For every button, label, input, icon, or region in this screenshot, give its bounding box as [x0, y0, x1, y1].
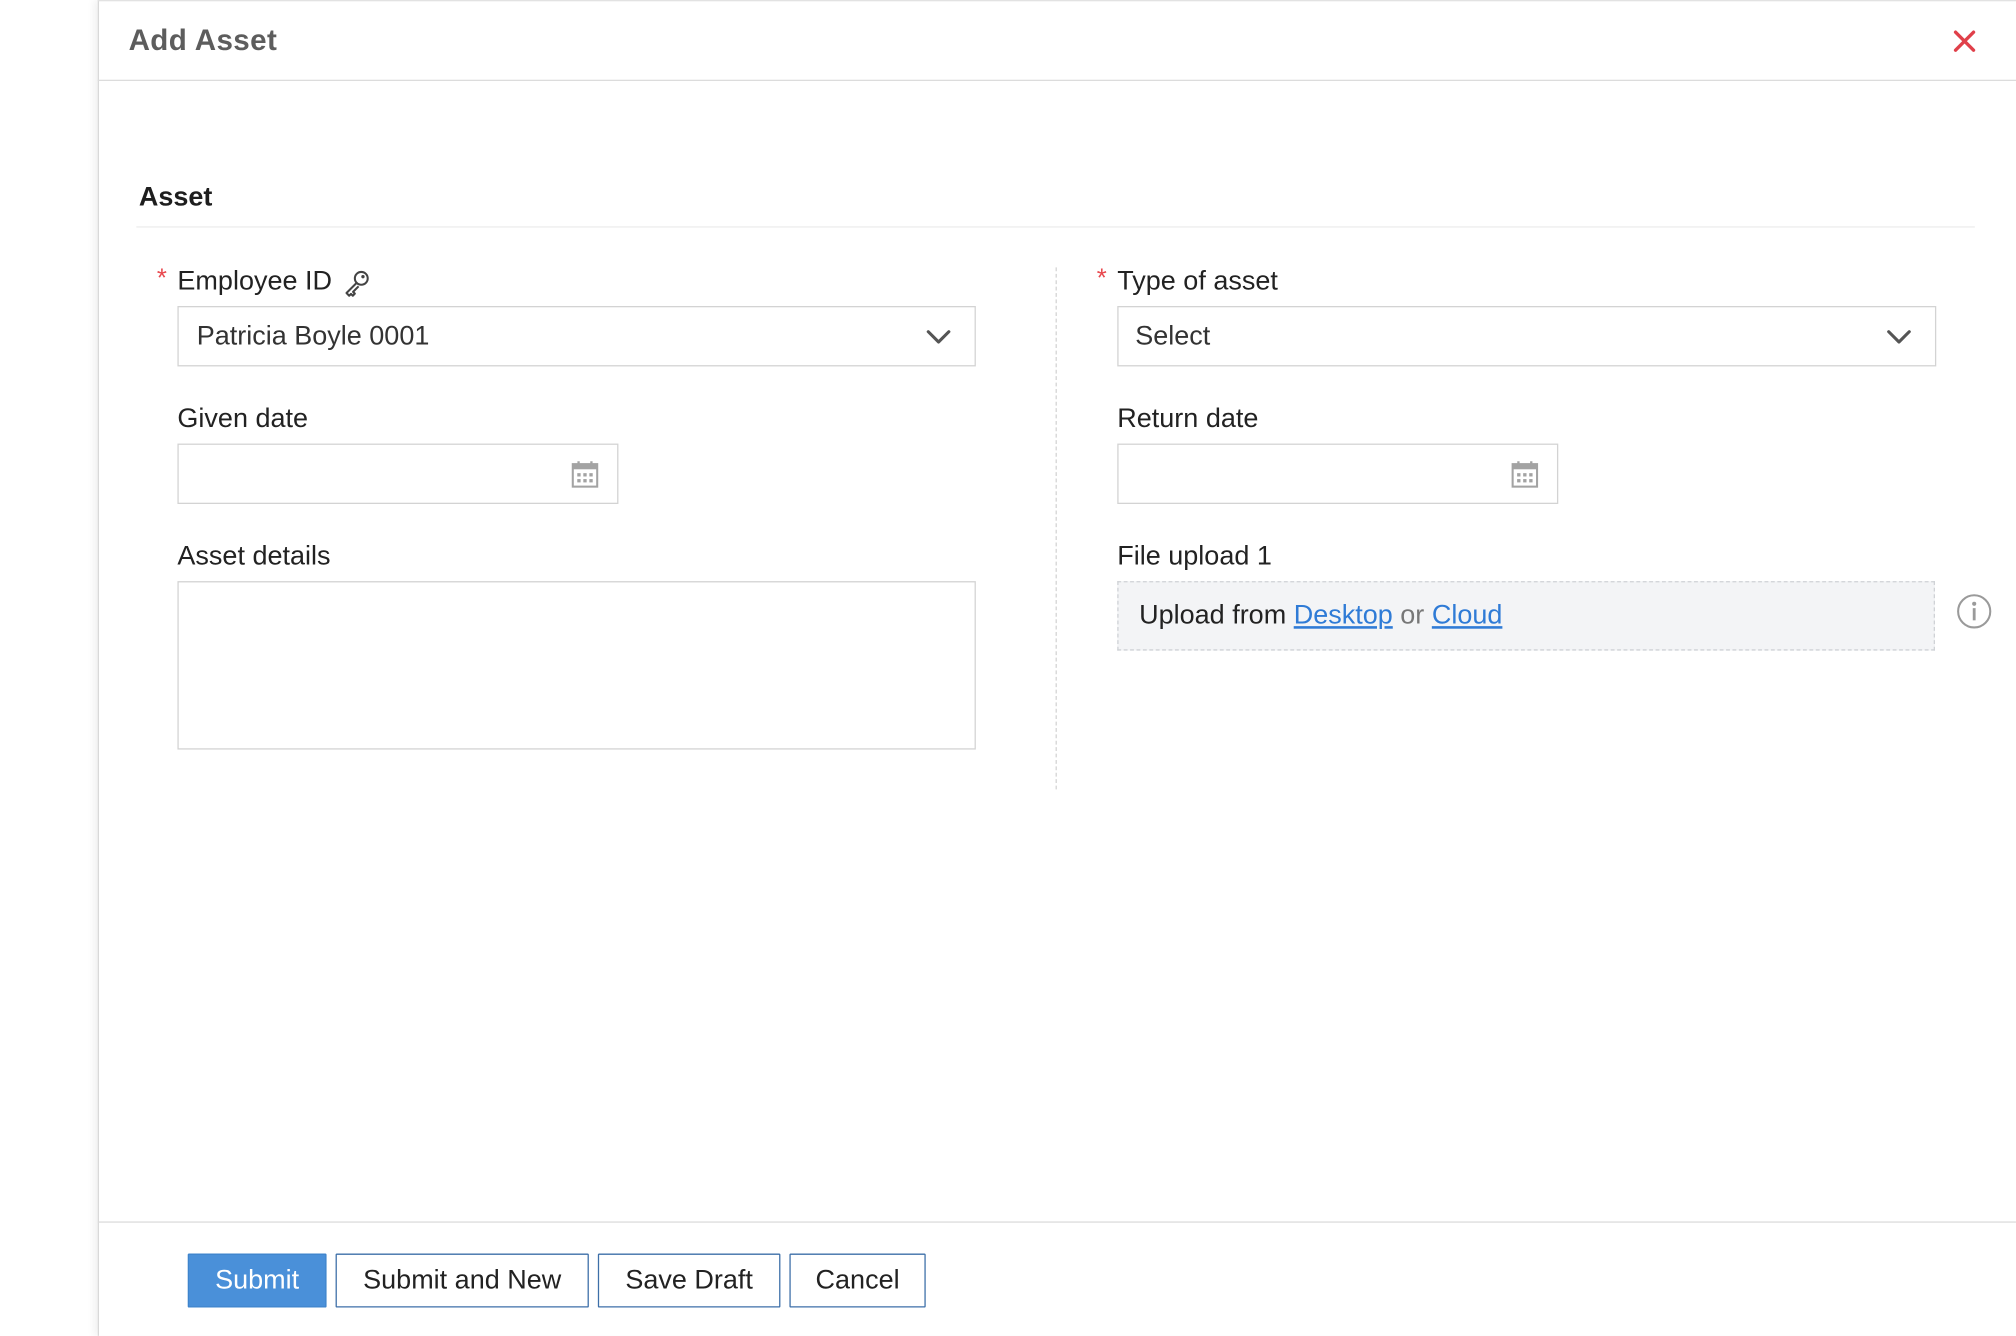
upload-separator: or	[1400, 600, 1425, 630]
chevron-down-icon	[1887, 330, 1911, 344]
submit-button[interactable]: Submit	[187, 1253, 327, 1308]
backdrop	[0, 0, 98, 1336]
column-divider	[1055, 267, 1057, 790]
calendar-icon[interactable]	[570, 459, 601, 490]
upload-prefix: Upload from	[1139, 600, 1287, 630]
key-icon	[345, 270, 369, 297]
given-date-input[interactable]	[177, 443, 619, 504]
upload-desktop-link[interactable]: Desktop	[1294, 600, 1393, 630]
type-of-asset-value: Select	[1135, 321, 1211, 351]
employee-id-select[interactable]: Patricia Boyle 0001	[177, 305, 976, 367]
return-date-label: Return date	[1117, 403, 1259, 434]
file-upload-dropzone[interactable]: Upload from Desktop or Cloud	[1117, 581, 1935, 651]
required-marker: *	[156, 264, 167, 294]
employee-id-label: Employee ID	[177, 266, 332, 296]
section-divider	[136, 226, 1975, 228]
given-date-label: Given date	[177, 403, 309, 434]
required-marker: *	[1096, 264, 1107, 294]
top-divider	[97, 0, 2016, 2]
employee-lookup-button[interactable]	[342, 267, 373, 298]
calendar-icon[interactable]	[1509, 459, 1540, 490]
save-draft-button[interactable]: Save Draft	[597, 1253, 781, 1308]
upload-cloud-link[interactable]: Cloud	[1432, 600, 1503, 630]
employee-id-value: Patricia Boyle 0001	[196, 321, 430, 351]
header-divider	[97, 79, 2016, 81]
close-button[interactable]	[1947, 23, 1983, 59]
asset-details-textarea[interactable]	[177, 581, 976, 750]
section-title: Asset	[138, 182, 213, 213]
asset-details-label: Asset details	[177, 541, 331, 571]
type-of-asset-label: Type of asset	[1117, 266, 1278, 296]
type-of-asset-select[interactable]: Select	[1117, 305, 1937, 367]
upload-text: Upload from Desktop or Cloud	[1139, 600, 1502, 631]
footer-divider	[97, 1221, 2016, 1223]
chevron-down-icon	[926, 330, 951, 344]
submit-and-new-button[interactable]: Submit and New	[335, 1253, 589, 1308]
dialog-title: Add Asset	[128, 23, 278, 57]
return-date-input[interactable]	[1117, 443, 1559, 504]
file-upload-label: File upload 1	[1117, 541, 1272, 571]
close-icon	[1953, 30, 1976, 52]
info-icon[interactable]	[1956, 593, 1993, 630]
cancel-button[interactable]: Cancel	[789, 1253, 926, 1308]
